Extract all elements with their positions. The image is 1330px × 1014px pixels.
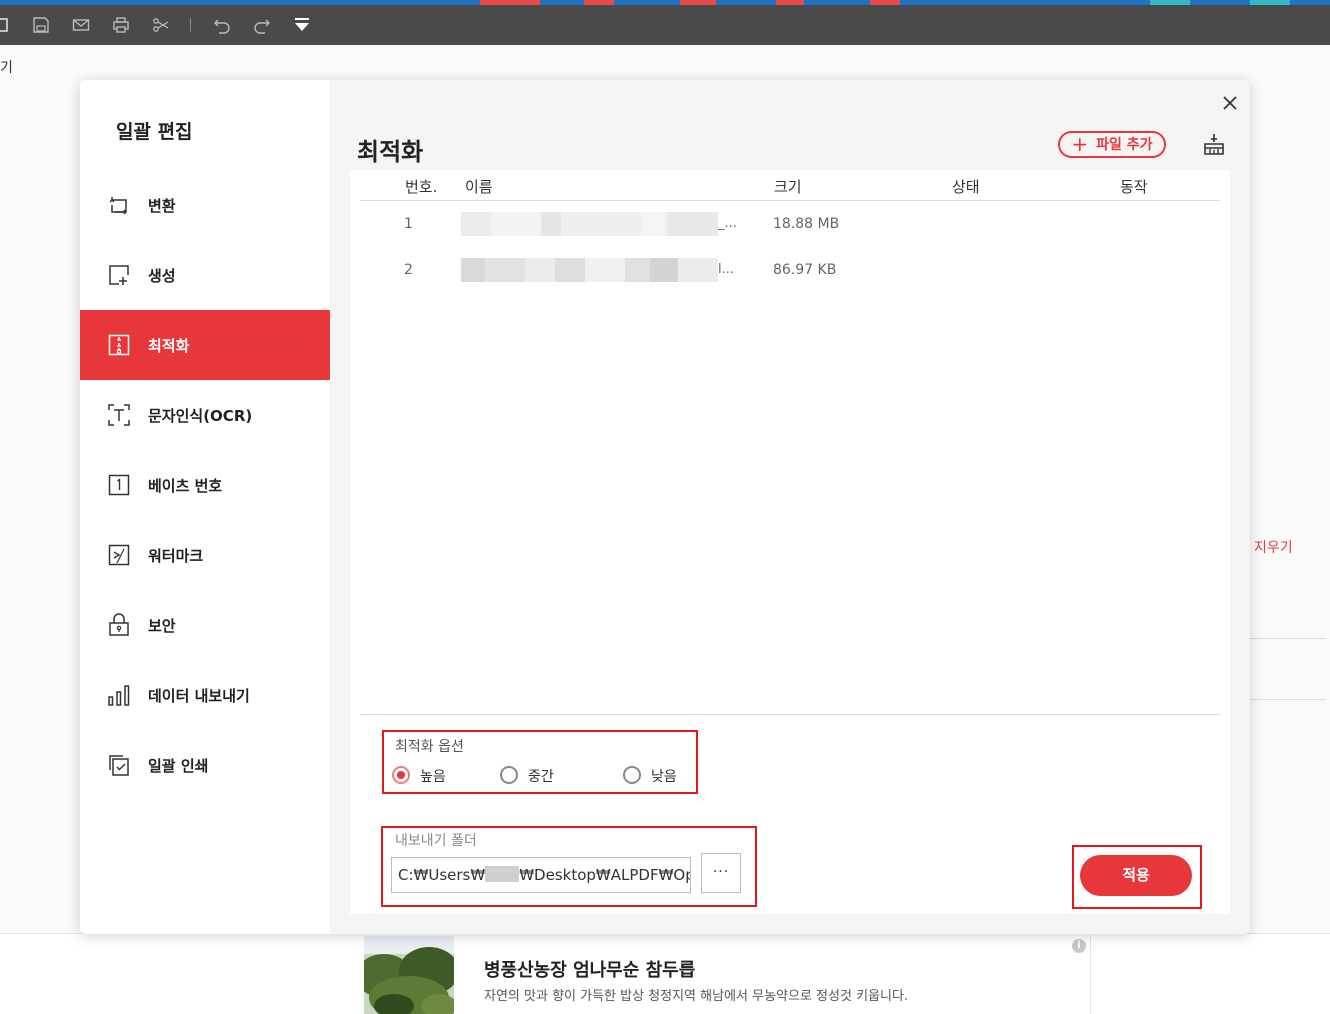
export-folder-title: 내보내기 폴더 bbox=[395, 833, 477, 849]
sidebar-item-label: 데이터 내보내기 bbox=[148, 687, 250, 705]
info-icon[interactable]: i bbox=[1072, 939, 1086, 953]
sidebar-item-label: 워터마크 bbox=[148, 547, 204, 565]
export-path-input[interactable]: C:₩Users₩ ₩Desktop₩ALPDF₩Optimiz bbox=[391, 857, 691, 893]
file-list-panel: 번호. 이름 크기 상태 동작 1 _... 18.88 MB 2 l... 8 bbox=[350, 170, 1230, 914]
sidebar-item-ocr[interactable]: 문자인식(OCR) bbox=[80, 380, 330, 450]
path-suffix: ₩Desktop₩ALPDF₩Optimiz bbox=[519, 866, 690, 884]
table-header-divider bbox=[360, 200, 1220, 201]
page-title: 최적화 bbox=[357, 138, 424, 166]
radio-circle bbox=[500, 766, 518, 784]
column-header-action: 동작 bbox=[1120, 178, 1148, 196]
broom-icon bbox=[1204, 134, 1224, 155]
background-divider bbox=[1250, 638, 1326, 639]
file-name-ellipsis: l... bbox=[718, 262, 735, 277]
save-icon[interactable] bbox=[32, 16, 50, 34]
ad-description: 자연의 맛과 향이 가득한 밥상 청정지역 해남에서 무농약으로 정성것 키웁니… bbox=[484, 989, 909, 1004]
column-header-size[interactable]: 크기 bbox=[774, 176, 802, 197]
sidebar-title: 일괄 편집 bbox=[116, 121, 193, 143]
window-icon[interactable] bbox=[0, 16, 9, 34]
ocr-icon bbox=[107, 403, 131, 427]
file-size: 18.88 MB bbox=[773, 216, 840, 232]
row-number: 2 bbox=[404, 262, 413, 278]
sidebar-item-label: 생성 bbox=[148, 267, 176, 285]
apply-highlight: 적용 bbox=[1072, 845, 1202, 909]
close-icon bbox=[1223, 96, 1237, 110]
sidebar-item-convert[interactable]: 변환 bbox=[80, 170, 330, 240]
toolbar bbox=[0, 5, 1330, 45]
sidebar-item-label: 일괄 인쇄 bbox=[148, 757, 209, 775]
bar-chart-icon bbox=[107, 683, 131, 707]
sidebar-item-label: 베이츠 번호 bbox=[148, 477, 223, 495]
column-header-status: 상태 bbox=[952, 178, 980, 196]
apply-button[interactable]: 적용 bbox=[1080, 855, 1192, 896]
column-header-number: 번호. bbox=[405, 178, 438, 196]
column-header-name[interactable]: 이름 bbox=[465, 176, 493, 197]
watermark-icon bbox=[107, 543, 131, 567]
list-bottom-divider bbox=[360, 714, 1220, 715]
close-button[interactable] bbox=[1217, 90, 1243, 116]
sidebar-item-bates-number[interactable]: 베이츠 번호 bbox=[80, 450, 330, 520]
redacted-file-name bbox=[461, 212, 718, 236]
sidebar: 일괄 편집 변환 생성 최적화 문자인식(OCR) 베이츠 번호 워터마크 보안… bbox=[80, 80, 330, 934]
ad-image[interactable] bbox=[364, 936, 454, 1014]
export-folder-section: 내보내기 폴더 C:₩Users₩₩Desktop₩ALPDF₩Optimiz … bbox=[381, 826, 757, 907]
sidebar-item-batch-print[interactable]: 일괄 인쇄 bbox=[80, 730, 330, 800]
sidebar-item-security[interactable]: 보안 bbox=[80, 590, 330, 660]
bates-number-icon bbox=[107, 473, 131, 497]
redacted-file-name bbox=[461, 258, 718, 282]
options-title: 최적화 옵션 bbox=[395, 739, 464, 755]
sidebar-item-optimize[interactable]: 최적화 bbox=[80, 310, 330, 380]
add-file-label: 파일 추가 bbox=[1096, 137, 1153, 153]
convert-icon bbox=[107, 193, 131, 217]
lock-icon bbox=[107, 613, 131, 637]
redo-icon[interactable] bbox=[253, 16, 271, 34]
file-size: 86.97 KB bbox=[773, 262, 837, 278]
sidebar-item-data-export[interactable]: 데이터 내보내기 bbox=[80, 660, 330, 730]
ad-divider bbox=[1090, 934, 1091, 1014]
main-content: 최적화 + 파일 추가 번호. 이름 크기 상태 동작 1 _... 18.88… bbox=[330, 80, 1250, 934]
clear-list-button[interactable] bbox=[1202, 132, 1226, 156]
radio-circle bbox=[623, 766, 641, 784]
share-icon[interactable] bbox=[152, 16, 170, 34]
radio-label: 높음 bbox=[420, 769, 446, 785]
dropdown-menu-icon[interactable] bbox=[293, 16, 311, 34]
erase-link[interactable]: 지우기 bbox=[1254, 537, 1293, 557]
sidebar-item-label: 최적화 bbox=[148, 337, 190, 355]
radio-label: 중간 bbox=[528, 769, 554, 785]
file-name-ellipsis: _... bbox=[718, 216, 737, 231]
radio-label: 낮음 bbox=[651, 769, 677, 785]
sidebar-item-label: 문자인식(OCR) bbox=[148, 407, 253, 425]
print-icon bbox=[107, 753, 131, 777]
print-icon[interactable] bbox=[112, 16, 130, 34]
batch-edit-dialog: 일괄 편집 변환 생성 최적화 문자인식(OCR) 베이츠 번호 워터마크 보안… bbox=[80, 80, 1250, 934]
toolbar-separator bbox=[190, 18, 191, 32]
ad-banner[interactable]: 병풍산농장 엄나무순 참두릅 자연의 맛과 향이 가득한 밥상 청정지역 해남에… bbox=[0, 933, 1330, 1014]
sidebar-item-watermark[interactable]: 워터마크 bbox=[80, 520, 330, 590]
mail-icon[interactable] bbox=[72, 16, 90, 34]
sidebar-item-label: 변환 bbox=[148, 197, 176, 215]
optimize-icon bbox=[107, 333, 131, 357]
optimization-options: 최적화 옵션 높음 중간 낮음 bbox=[382, 730, 698, 794]
browse-folder-button[interactable]: ··· bbox=[701, 853, 741, 893]
create-icon bbox=[107, 263, 131, 287]
ad-title[interactable]: 병풍산농장 엄나무순 참두릅 bbox=[484, 956, 695, 982]
background-divider bbox=[1250, 699, 1326, 700]
sidebar-item-create[interactable]: 생성 bbox=[80, 240, 330, 310]
plus-icon: + bbox=[1071, 132, 1089, 156]
table-row[interactable]: 1 _... 18.88 MB bbox=[350, 210, 1230, 240]
row-number: 1 bbox=[404, 216, 413, 232]
radio-circle bbox=[392, 766, 410, 784]
add-file-button[interactable]: + 파일 추가 bbox=[1058, 131, 1166, 158]
background-partial-label: 기 bbox=[0, 60, 13, 76]
sidebar-item-label: 보안 bbox=[148, 617, 176, 635]
redacted-username bbox=[485, 866, 520, 882]
undo-icon[interactable] bbox=[213, 16, 231, 34]
table-row[interactable]: 2 l... 86.97 KB bbox=[350, 256, 1230, 286]
path-prefix: C:₩Users₩ bbox=[398, 866, 486, 884]
